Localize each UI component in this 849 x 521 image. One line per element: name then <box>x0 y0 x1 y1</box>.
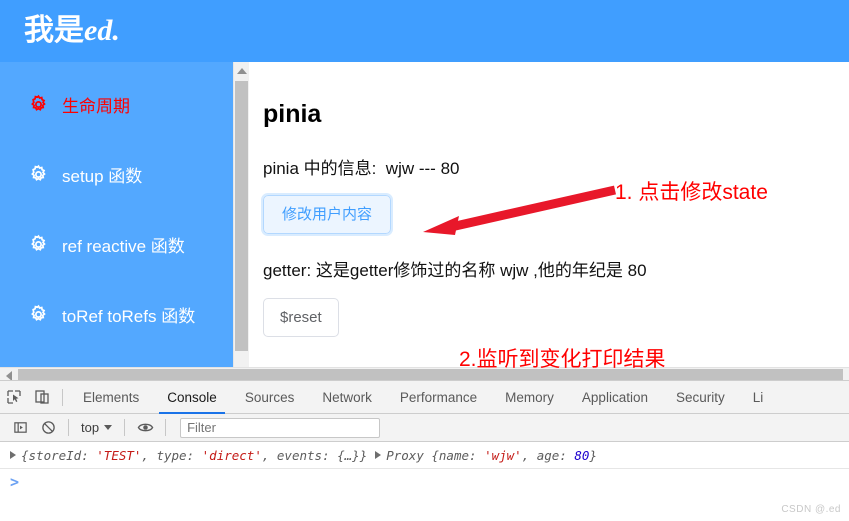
devtools-panel: Elements Console Sources Network Perform… <box>0 380 849 521</box>
log-seg-1: 'TEST' <box>96 447 142 463</box>
inspect-element-icon[interactable] <box>0 383 28 411</box>
log-seg-3: 'direct' <box>201 447 262 463</box>
console-sidebar-toggle-icon[interactable] <box>6 414 34 442</box>
console-input-prompt[interactable]: > <box>0 469 849 495</box>
getter-result-line: getter: 这是getter修饰过的名称 wjw ,他的年纪是 80 <box>263 261 647 280</box>
modify-user-content-button[interactable]: 修改用户内容 <box>260 193 394 236</box>
sidebar: 生命周期 setup 函数 ref reactive 函数 toRef toRe… <box>0 62 233 367</box>
content-heading: pinia <box>263 100 322 128</box>
vertical-scroll-thumb[interactable] <box>235 81 248 351</box>
tab-application[interactable]: Application <box>568 381 662 414</box>
log-seg-0: {storeId: <box>21 447 97 463</box>
gear-icon <box>28 304 49 325</box>
toolbar-divider <box>165 419 167 436</box>
prompt-chevron-icon: > <box>10 473 20 491</box>
page-vertical-scrollbar[interactable] <box>233 62 249 367</box>
reset-button[interactable]: $reset <box>263 298 339 337</box>
site-title-cn: 我是 <box>24 14 84 47</box>
toolbar-divider <box>68 419 69 436</box>
clear-console-icon[interactable] <box>34 414 62 442</box>
device-toolbar-icon[interactable] <box>28 383 56 411</box>
site-header: 我是ed. <box>0 0 849 62</box>
gear-icon <box>28 164 49 185</box>
console-context-label: top <box>81 420 100 435</box>
tab-performance[interactable]: Performance <box>386 381 491 414</box>
expand-triangle-icon[interactable] <box>375 451 382 459</box>
main-content: pinia pinia 中的信息: wjw --- 80 修改用户内容 gett… <box>249 62 849 367</box>
log-seg-8: 80 <box>574 447 590 463</box>
app-root: 我是ed. 生命周期 setup 函数 ref reactive 函数 toRe… <box>0 0 849 521</box>
log-seg-4: , events: {…}} <box>261 447 368 463</box>
tab-lighthouse[interactable]: Li <box>739 381 778 414</box>
page-viewport: 生命周期 setup 函数 ref reactive 函数 toRef toRe… <box>0 62 849 382</box>
console-log-row[interactable]: {storeId: 'TEST', type: 'direct', events… <box>0 442 849 469</box>
log-seg-9: } <box>589 447 597 463</box>
sidebar-item-label: toRef toRefs 函数 <box>62 306 196 326</box>
sidebar-item-setup[interactable]: setup 函数 <box>0 150 233 198</box>
console-output: {storeId: 'TEST', type: 'direct', events… <box>0 442 849 495</box>
tab-console[interactable]: Console <box>153 381 231 414</box>
tab-elements[interactable]: Elements <box>69 381 153 414</box>
devtools-tab-list: Elements Console Sources Network Perform… <box>69 381 777 414</box>
toolbar-divider <box>124 419 126 436</box>
log-seg-6: 'wjw' <box>484 447 522 463</box>
expand-triangle-icon[interactable] <box>10 451 16 459</box>
tab-memory[interactable]: Memory <box>491 381 568 414</box>
sidebar-item-label: setup 函数 <box>62 166 143 186</box>
scroll-up-arrow-icon[interactable] <box>234 62 249 79</box>
chevron-down-icon <box>104 425 113 430</box>
console-filter-input[interactable] <box>180 417 381 438</box>
gear-icon <box>28 234 49 255</box>
gear-icon <box>28 94 49 115</box>
log-seg-7: , age: <box>521 447 575 463</box>
console-toolbar: top <box>0 414 849 442</box>
tab-security[interactable]: Security <box>662 381 739 414</box>
toolbar-divider <box>62 388 63 406</box>
sidebar-item-label: ref reactive 函数 <box>62 236 185 256</box>
live-expression-eye-icon[interactable] <box>131 414 159 442</box>
sidebar-item-lifecycle[interactable]: 生命周期 <box>0 80 233 128</box>
console-context-selector[interactable]: top <box>75 420 118 435</box>
site-title-en: ed. <box>84 14 120 47</box>
tab-sources[interactable]: Sources <box>231 381 309 414</box>
log-seg-5: Proxy {name: <box>386 447 485 463</box>
pinia-info-line: pinia 中的信息: wjw --- 80 <box>263 159 460 178</box>
sidebar-item-label: 生命周期 <box>62 96 130 116</box>
tab-network[interactable]: Network <box>308 381 386 414</box>
sidebar-item-toref-torefs[interactable]: toRef toRefs 函数 <box>0 290 233 338</box>
page-title: 我是ed. <box>0 16 120 46</box>
sidebar-item-ref-reactive[interactable]: ref reactive 函数 <box>0 220 233 268</box>
devtools-tabbar: Elements Console Sources Network Perform… <box>0 381 849 414</box>
log-seg-2: , type: <box>141 447 202 463</box>
